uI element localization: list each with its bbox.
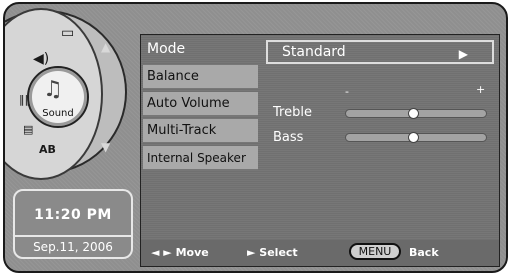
sound-category-knob[interactable]: ♫ Sound bbox=[27, 66, 89, 128]
treble-label: Treble bbox=[273, 105, 312, 120]
menu-item-auto-volume[interactable]: Auto Volume bbox=[143, 92, 258, 116]
select-hint: ► Select bbox=[247, 246, 298, 259]
menu-item-mode[interactable]: Mode bbox=[143, 37, 258, 61]
sound-label: Sound bbox=[42, 108, 74, 119]
menu-item-internal-speaker[interactable]: Internal Speaker bbox=[143, 146, 258, 170]
scale-plus: + bbox=[476, 83, 486, 96]
menu-item-balance[interactable]: Balance bbox=[143, 65, 258, 89]
arrow-down-icon[interactable]: ▼ bbox=[101, 140, 110, 154]
bass-label: Bass bbox=[273, 130, 304, 145]
osd-footer: ◄ ► Move ► Select MENU Back bbox=[141, 240, 499, 266]
mode-value: Standard bbox=[282, 44, 346, 60]
tv-osd-frame: ▭ ◀) ‖‖‖ ▤ AB ▲ ▼ ♫ Sound 11:20 PM Sep.1… bbox=[3, 2, 508, 273]
caption-icon[interactable]: ▤ bbox=[23, 124, 33, 135]
scale-minus: - bbox=[345, 85, 349, 98]
ab-icon[interactable]: AB bbox=[39, 144, 56, 155]
menu-item-multi-track[interactable]: Multi-Track bbox=[143, 119, 258, 143]
bass-slider[interactable] bbox=[345, 132, 487, 143]
menu-key-button[interactable]: MENU bbox=[349, 243, 401, 260]
treble-slider[interactable] bbox=[345, 108, 487, 119]
treble-slider-thumb[interactable] bbox=[408, 108, 420, 119]
speaker-icon[interactable]: ◀) bbox=[33, 52, 49, 66]
bass-slider-thumb[interactable] bbox=[408, 132, 420, 143]
category-dial: ▭ ◀) ‖‖‖ ▤ AB ▲ ▼ ♫ Sound bbox=[5, 8, 127, 180]
sound-menu-panel: Mode Balance Auto Volume Multi-Track Int… bbox=[140, 34, 500, 267]
mode-value-selector[interactable]: Standard ▶ bbox=[266, 40, 494, 64]
clock-time: 11:20 PM bbox=[34, 207, 112, 223]
move-hint: ◄ ► Move bbox=[151, 246, 209, 259]
arrow-up-icon[interactable]: ▲ bbox=[101, 40, 110, 54]
sound-icon: ♫ bbox=[43, 77, 63, 102]
clock-date: Sep.11, 2006 bbox=[15, 235, 131, 254]
picture-icon[interactable]: ▭ bbox=[61, 26, 74, 40]
play-arrow-icon: ▶ bbox=[458, 47, 468, 61]
back-hint: Back bbox=[409, 246, 439, 259]
clock-display: 11:20 PM Sep.11, 2006 bbox=[13, 189, 133, 259]
